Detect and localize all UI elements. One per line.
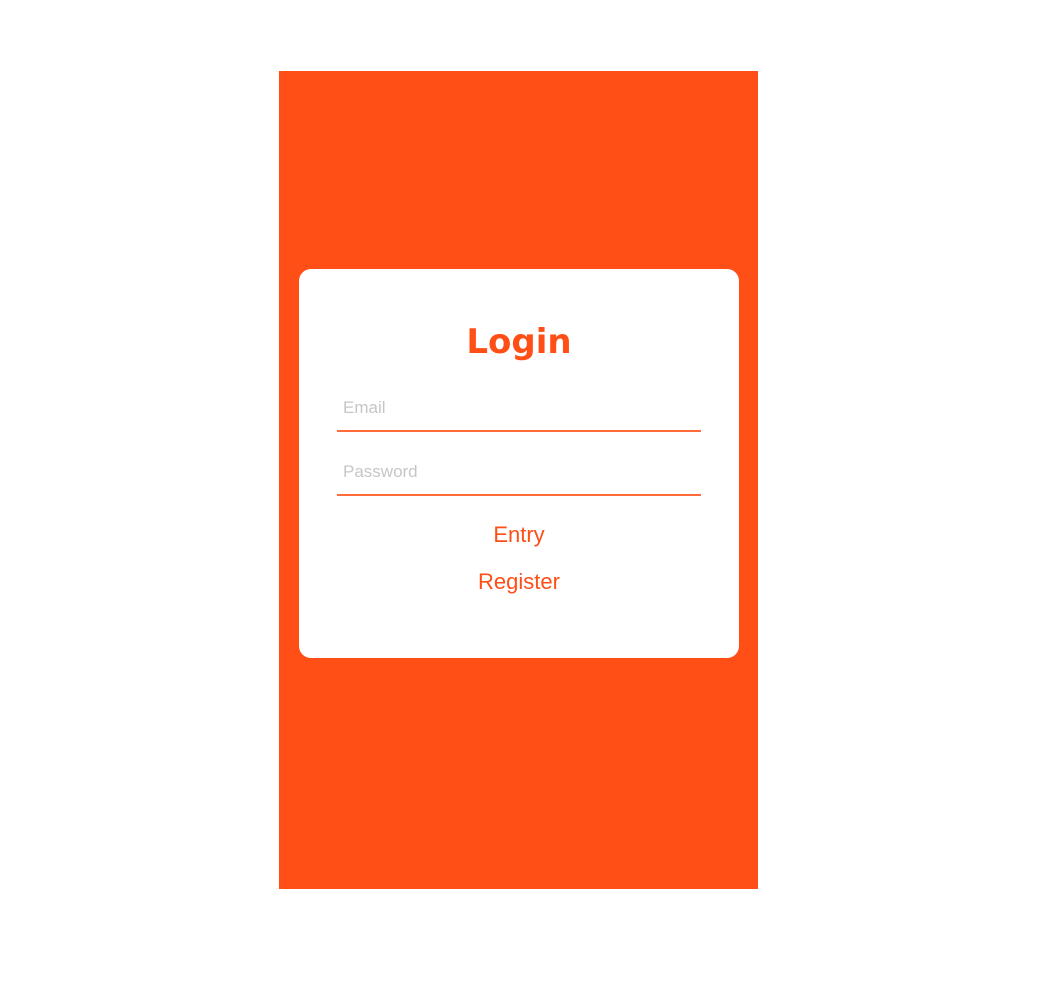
password-input[interactable] (337, 450, 701, 496)
entry-button[interactable]: Entry (299, 520, 739, 550)
email-input[interactable] (337, 386, 701, 432)
login-title: Login (466, 322, 572, 362)
app-screen: Login Entry Register (279, 71, 758, 889)
login-card: Login Entry Register (299, 269, 739, 658)
register-button[interactable]: Register (299, 567, 739, 597)
